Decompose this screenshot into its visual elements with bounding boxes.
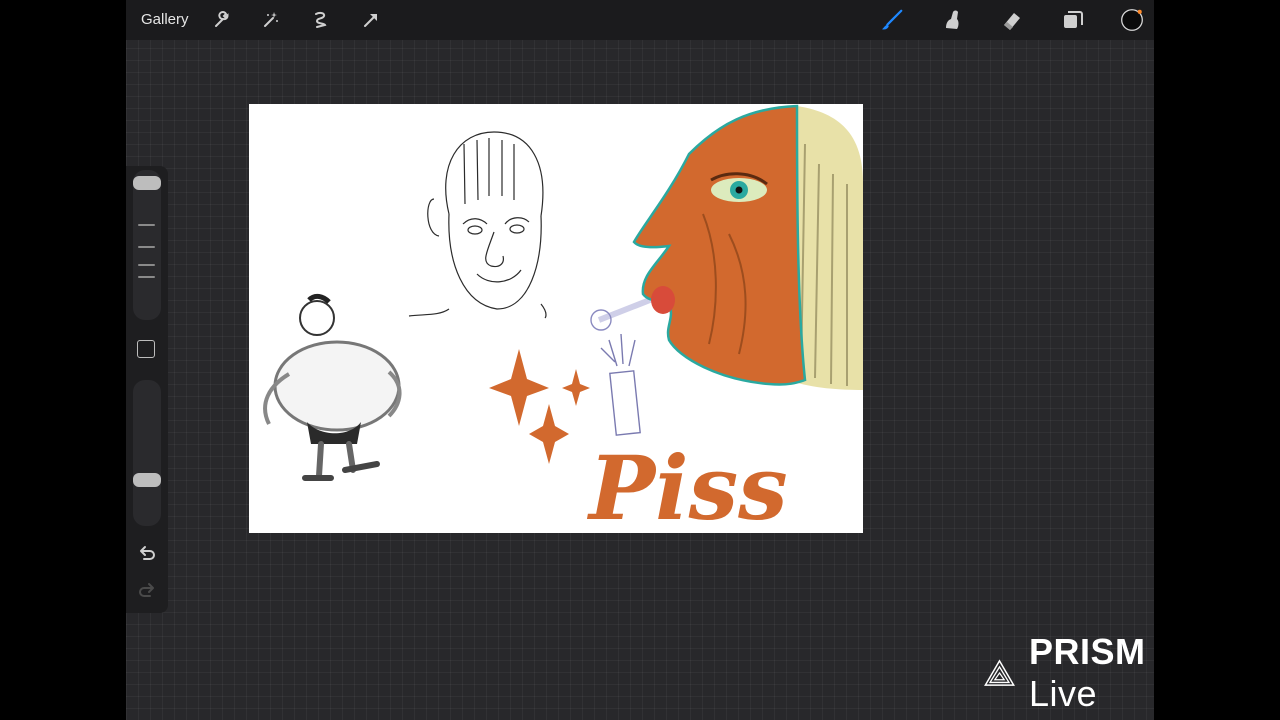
brush-size-knob[interactable] [133,176,161,190]
eraser-icon[interactable] [1000,8,1024,32]
prism-brand: PRISM [1029,631,1146,672]
artwork-lettering: Piss [586,436,788,533]
drawing-canvas[interactable]: Piss [249,104,863,533]
layers-icon[interactable] [1061,8,1085,32]
opacity-knob[interactable] [133,473,161,487]
wrench-icon[interactable] [210,8,234,32]
modify-button[interactable] [137,340,155,358]
transform-arrow-icon[interactable] [359,8,383,32]
prism-suffix: Live [1029,673,1098,714]
lettering: Piss [586,436,788,533]
gallery-button[interactable]: Gallery [141,11,189,28]
top-toolbar: Gallery [126,0,1154,40]
sketch-portrait [408,131,547,319]
artwork: Piss [263,104,863,533]
sparkles [489,349,590,464]
sketch-figure [263,293,402,481]
prism-logo-icon [984,659,1015,686]
redo-icon[interactable] [136,580,158,602]
color-swatch-icon[interactable] [1120,8,1144,32]
brush-icon[interactable] [880,8,904,32]
size-tick [138,264,155,266]
opacity-slider[interactable] [133,380,161,526]
size-tick [138,224,155,226]
prism-live-text: PRISM Live [1029,631,1154,715]
prism-live-watermark: PRISM Live [984,631,1154,714]
procreate-app: Gallery Piss PRISM Live [126,0,1154,720]
smudge-icon[interactable] [940,8,964,32]
lighter-sketch [590,295,657,436]
left-sidebar [126,166,168,613]
undo-icon[interactable] [136,543,158,565]
face-profile [632,104,863,390]
magic-wand-icon[interactable] [259,8,283,32]
brush-size-slider[interactable] [133,170,161,320]
selection-icon[interactable] [309,8,333,32]
size-tick [138,246,155,248]
size-tick [138,276,155,278]
